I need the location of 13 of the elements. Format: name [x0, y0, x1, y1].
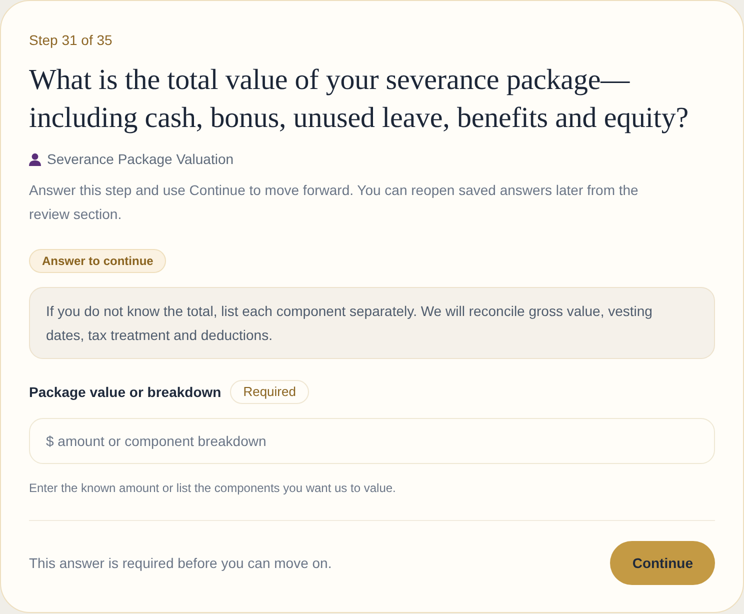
field-hint: Enter the known amount or list the components you want us to value.	[29, 480, 397, 496]
status-badge: Answer to continue	[29, 249, 166, 273]
person-icon	[29, 152, 41, 166]
step-counter: Step 31 of 35	[29, 31, 114, 49]
continue-button[interactable]: Continue	[610, 541, 715, 585]
input-field[interactable]: $ amount or component breakdown	[29, 418, 715, 464]
footer-message: This answer is required before you can move on.	[29, 555, 332, 571]
field-label: Package value or breakdown	[29, 384, 222, 400]
info-note: If you do not know the total, list each component separately. We will reconcile gross value, vesting dates, tax treatment and deductions.	[29, 287, 715, 359]
question-heading: What is the total value of your severance package—including cash, bonus, unused leave, benefits and equity?	[29, 63, 690, 136]
step-description: Answer this step and use Continue to move forward. You can reopen saved answers later from the review section.	[29, 181, 640, 224]
required-badge: Required	[230, 380, 309, 404]
section-label: Severance Package Valuation	[47, 150, 234, 168]
